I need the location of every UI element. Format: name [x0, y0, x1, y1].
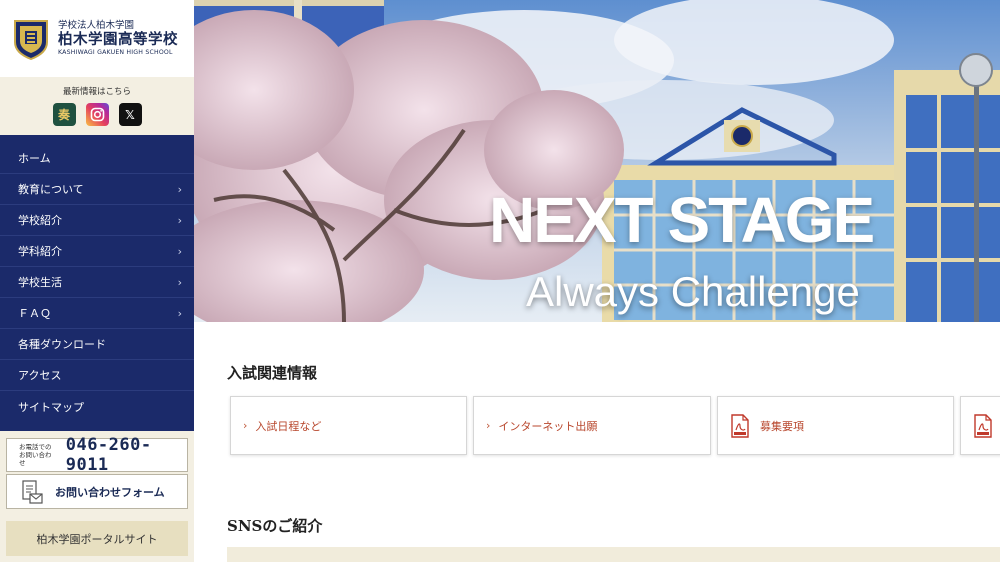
admission-guide-card[interactable]: 募集要項: [717, 396, 954, 455]
pdf-icon: [974, 413, 992, 438]
chevron-right-icon: ›: [486, 419, 491, 432]
kanade-app-icon[interactable]: 奏: [52, 103, 76, 126]
chevron-right-icon: ›: [177, 275, 182, 289]
school-crest-icon: [14, 19, 48, 60]
school-name-en: KASHIWAGI GAKUEN HIGH SCHOOL: [58, 48, 173, 56]
nav-item-label: アクセス: [18, 369, 62, 382]
nav-item-sitemap[interactable]: サイトマップ: [0, 391, 194, 422]
nav-item-label: 各種ダウンロード: [18, 338, 106, 351]
main-content: 入試関連情報 › 入試日程など › インターネット出願 募集要項 SNSのご紹介: [194, 322, 1000, 562]
exam-schedule-card[interactable]: › 入試日程など: [230, 396, 467, 455]
phone-contact-label: お電話での お問い合わせ: [19, 443, 56, 467]
nav-item-label: サイトマップ: [18, 400, 84, 414]
nav-item-school-intro[interactable]: 学校紹介 ›: [0, 205, 194, 236]
school-logo[interactable]: 学校法人柏木学園 柏木学園高等学校 KASHIWAGI GAKUEN HIGH …: [0, 0, 194, 77]
phone-number: 046-260-9011: [65, 435, 152, 475]
chevron-right-icon: ›: [177, 182, 182, 196]
nav-item-label: 学校紹介: [18, 214, 62, 227]
nav-item-label: 学科紹介: [18, 245, 62, 258]
nav-item-label: ＦＡＱ: [18, 307, 51, 320]
nav-item-education[interactable]: 教育について ›: [0, 174, 194, 205]
hero-title: NEXT STAGE: [489, 184, 875, 256]
school-name: 柏木学園高等学校: [58, 32, 178, 49]
sns-label: 最新情報はこちら: [62, 87, 131, 97]
sns-section-heading: SNSのご紹介: [227, 517, 323, 535]
exam-card-partial[interactable]: [960, 396, 1000, 455]
card-label: 募集要項: [760, 419, 804, 433]
phone-label-line1: お電話での: [19, 442, 52, 451]
main-nav: ホーム 教育について › 学校紹介 › 学科紹介 › 学校生活 › ＦＡＱ › 各種ダウン…: [0, 135, 194, 431]
sns-links: 最新情報はこちら 奏 𝕏: [0, 77, 194, 135]
portal-site-button[interactable]: 柏木学園ポータルサイト: [6, 521, 188, 556]
chevron-right-icon: ›: [177, 306, 182, 320]
nav-item-label: 教育について: [18, 183, 84, 196]
chevron-right-icon: ›: [243, 419, 248, 432]
chevron-right-icon: ›: [177, 244, 182, 258]
nav-item-label: 学校生活: [18, 276, 62, 289]
pdf-icon: [731, 413, 749, 438]
hero-banner: NEXT STAGE Always Challenge: [194, 0, 1000, 322]
instagram-icon[interactable]: [85, 103, 109, 126]
contact-form-button[interactable]: お問い合わせフォーム: [6, 474, 188, 509]
phone-contact[interactable]: お電話での お問い合わせ 046-260-9011: [6, 435, 188, 475]
exam-info-heading: 入試関連情報: [227, 364, 318, 382]
hero-subtitle: Always Challenge: [526, 268, 860, 315]
online-application-card[interactable]: › インターネット出願: [473, 396, 711, 455]
card-label: インターネット出願: [498, 419, 598, 433]
nav-item-courses[interactable]: 学科紹介 ›: [0, 236, 194, 267]
contact-form-icon: [22, 479, 43, 504]
nav-item-label: ホーム: [18, 152, 51, 165]
nav-item-faq[interactable]: ＦＡＱ ›: [0, 298, 194, 329]
x-icon[interactable]: 𝕏: [118, 103, 142, 126]
chevron-right-icon: ›: [177, 213, 182, 227]
phone-label-line2: お問い合わせ: [19, 450, 52, 468]
nav-item-downloads[interactable]: 各種ダウンロード: [0, 329, 194, 360]
school-subtitle: 学校法人柏木学園: [58, 20, 135, 32]
nav-item-home[interactable]: ホーム: [0, 143, 194, 174]
sidebar: 学校法人柏木学園 柏木学園高等学校 KASHIWAGI GAKUEN HIGH …: [0, 0, 194, 562]
sns-feed-area: [227, 547, 1000, 562]
contact-form-label: お問い合わせフォーム: [55, 485, 165, 499]
nav-item-access[interactable]: アクセス: [0, 360, 194, 391]
instagram-glyph: [90, 107, 104, 122]
card-label: 入試日程など: [255, 419, 322, 433]
nav-item-school-life[interactable]: 学校生活 ›: [0, 267, 194, 298]
